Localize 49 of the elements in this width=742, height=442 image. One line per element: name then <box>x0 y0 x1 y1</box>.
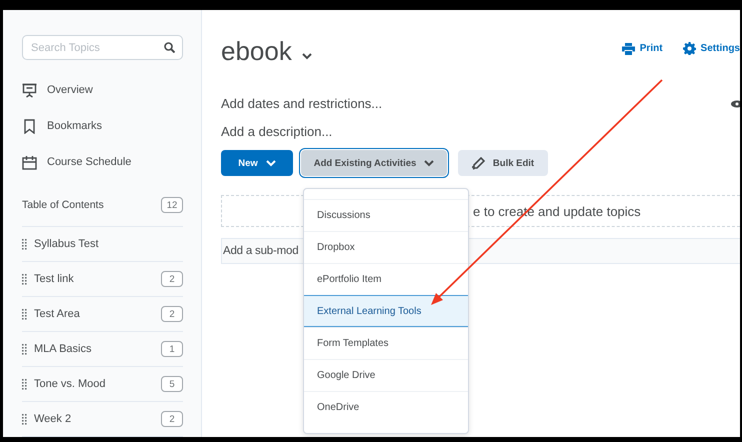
nav-link[interactable]: Bookmarks <box>47 120 102 132</box>
pencil-icon <box>472 156 485 170</box>
module-link[interactable]: Test Area <box>34 308 161 320</box>
topic-count: 2 <box>161 271 183 287</box>
menu-item[interactable]: ePortfolio Item <box>304 263 468 295</box>
chevron-down-icon <box>424 160 434 166</box>
topic-count: 1 <box>161 341 183 357</box>
menu-item[interactable]: External Learning Tools <box>304 295 468 327</box>
module-link[interactable]: Syllabus Test <box>34 238 183 250</box>
bookmark-icon <box>22 118 37 134</box>
chevron-down-icon <box>302 52 312 60</box>
calendar-icon <box>22 154 37 170</box>
menu-item[interactable]: Dropbox <box>304 231 468 263</box>
eye-icon[interactable] <box>731 100 740 108</box>
toolbar-link[interactable]: Print <box>622 42 663 55</box>
action-button[interactable]: Bulk Edit <box>458 150 548 176</box>
action-button[interactable]: New <box>221 150 293 176</box>
topic-count: 2 <box>161 411 183 427</box>
search-field[interactable]: Search Topics <box>22 35 183 60</box>
description-link[interactable]: Add a description... <box>221 124 740 139</box>
module-link[interactable]: Tone vs. Mood <box>34 378 161 390</box>
menu-item[interactable]: Discussions <box>304 199 468 231</box>
menu-item[interactable]: OneDrive <box>304 391 468 423</box>
topic-count: 2 <box>161 306 183 322</box>
drag-handle-icon[interactable] <box>22 308 27 320</box>
toolbar-link[interactable]: Settings <box>682 42 740 55</box>
drag-handle-icon[interactable] <box>22 344 27 354</box>
module-link[interactable]: MLA Basics <box>34 343 161 355</box>
dates-link[interactable]: Add dates and restrictions... <box>221 96 382 111</box>
topic-count: 12 <box>161 197 183 213</box>
drag-handle-icon[interactable] <box>22 414 27 424</box>
module-link[interactable]: Week 2 <box>34 413 161 425</box>
menu-item[interactable]: Google Drive <box>304 359 468 391</box>
topic-count: 5 <box>161 376 183 392</box>
toc-heading: Table of Contents <box>22 199 104 211</box>
drag-handle-icon[interactable] <box>22 274 27 284</box>
module-link[interactable]: Test link <box>34 273 161 285</box>
nav-link[interactable]: Course Schedule <box>47 156 132 168</box>
drag-handle-icon[interactable] <box>22 378 27 390</box>
search-icon <box>164 42 175 53</box>
drag-handle-icon[interactable] <box>22 238 27 250</box>
action-button[interactable]: Add Existing Activities <box>301 150 447 176</box>
gear-icon <box>682 42 696 55</box>
presentation-board-icon <box>22 82 37 98</box>
menu-item[interactable]: Form Templates <box>304 327 468 359</box>
nav-link[interactable]: Overview <box>47 84 93 96</box>
chevron-down-icon <box>266 160 276 166</box>
printer-icon <box>622 42 635 54</box>
page-title: ebook <box>221 36 292 67</box>
